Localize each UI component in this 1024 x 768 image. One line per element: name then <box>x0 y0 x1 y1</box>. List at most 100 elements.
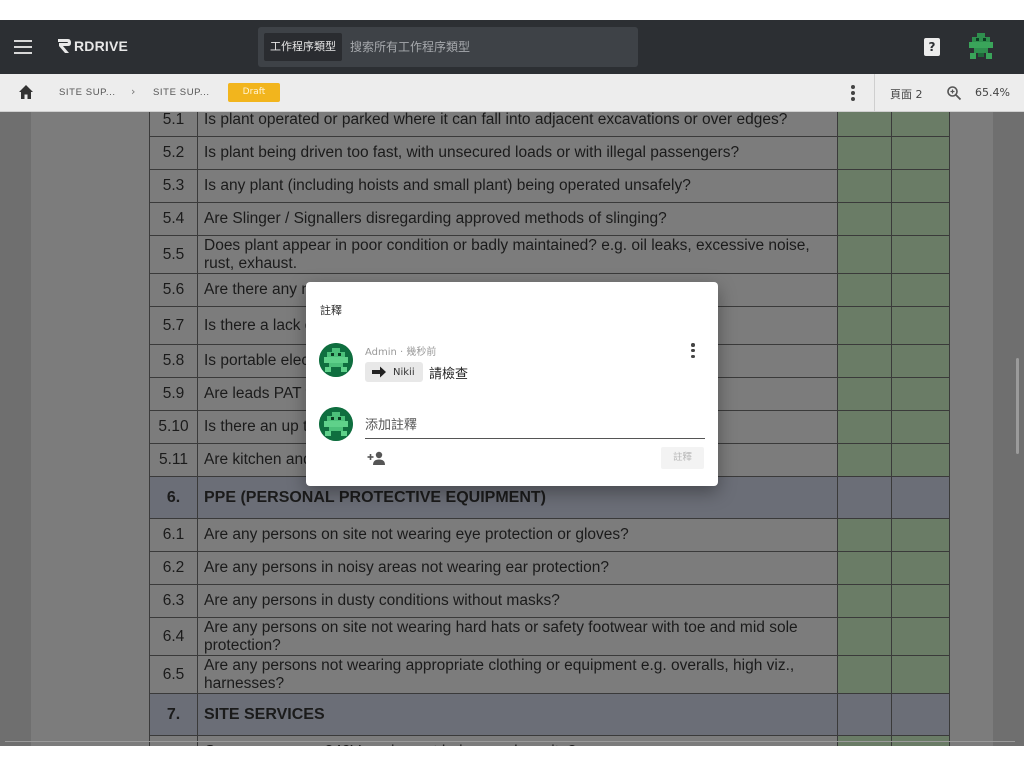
row-number: 5.4 <box>149 202 198 236</box>
comment-options-icon[interactable] <box>691 343 695 358</box>
question-text: Are Slinger / Signallers disregarding ap… <box>197 202 838 236</box>
answer-cell-no[interactable] <box>891 410 950 444</box>
answer-cell-no[interactable] <box>891 518 950 552</box>
answer-cell-yes[interactable] <box>837 443 892 477</box>
question-text: Is plant operated or parked where it can… <box>197 112 838 137</box>
help-icon[interactable]: ? <box>924 38 940 56</box>
comment-dialog: 註釋 Admin · 幾秒前 Nikii 請檢查 註釋 <box>306 282 718 486</box>
current-user-avatar <box>319 407 353 441</box>
question-text: Are any persons on site not wearing eye … <box>197 518 838 552</box>
more-options-icon[interactable] <box>851 85 855 101</box>
row-number: 6.5 <box>149 655 198 694</box>
answer-cell-no[interactable] <box>891 584 950 618</box>
answer-cell-no[interactable] <box>891 306 950 345</box>
answer-cell-yes[interactable] <box>837 235 892 274</box>
table-row: 5.4 Are Slinger / Signallers disregarding… <box>149 202 950 236</box>
zoom-icon[interactable] <box>946 85 962 101</box>
table-row: 6.3 Are any persons in dusty conditions w… <box>149 584 950 618</box>
table-row: 6.4 Are any persons on site not wearing h… <box>149 617 950 656</box>
add-person-icon[interactable] <box>367 450 387 466</box>
answer-cell-yes[interactable] <box>837 112 892 137</box>
answer-cell-no[interactable] <box>891 235 950 274</box>
top-strip <box>0 0 1024 20</box>
answer-cell-no <box>891 476 950 519</box>
answer-cell-yes[interactable] <box>837 306 892 345</box>
answer-cell-no[interactable] <box>891 377 950 411</box>
answer-cell-yes[interactable] <box>837 344 892 378</box>
answer-cell-yes[interactable] <box>837 273 892 307</box>
row-number: 6.3 <box>149 584 198 618</box>
mention-chip[interactable]: Nikii <box>365 362 423 382</box>
page-indicator: 頁面 2 <box>890 88 923 101</box>
answer-cell-no[interactable] <box>891 169 950 203</box>
answer-cell-no[interactable] <box>891 202 950 236</box>
row-number: 5.9 <box>149 377 198 411</box>
brand-logo-icon <box>58 39 71 53</box>
answer-cell-no[interactable] <box>891 551 950 585</box>
answer-cell-yes[interactable] <box>837 136 892 170</box>
breadcrumb-separator: › <box>131 85 136 98</box>
breadcrumb-item-2[interactable]: SITE SUP... <box>153 87 210 98</box>
question-text: Are any persons in noisy areas not weari… <box>197 551 838 585</box>
row-number: 5.1 <box>149 112 198 137</box>
answer-cell-yes[interactable] <box>837 377 892 411</box>
answer-cell-yes[interactable] <box>837 584 892 618</box>
answer-cell-no[interactable] <box>891 443 950 477</box>
section-title: SITE SERVICES <box>197 693 838 736</box>
search-bar: 工作程序類型 <box>258 27 638 67</box>
app-bar: RDRIVE 工作程序類型 ? <box>0 20 1024 74</box>
question-text: Are any persons in dusty conditions with… <box>197 584 838 618</box>
brand-name: RDRIVE <box>74 38 129 54</box>
row-number: 5.8 <box>149 344 198 378</box>
submit-comment-button[interactable]: 註釋 <box>661 447 704 469</box>
answer-cell-yes[interactable] <box>837 655 892 694</box>
row-number: 6.4 <box>149 617 198 656</box>
answer-cell-no <box>891 693 950 736</box>
divider <box>874 74 875 112</box>
answer-cell-yes[interactable] <box>837 202 892 236</box>
row-number: 5.2 <box>149 136 198 170</box>
answer-cell-yes[interactable] <box>837 551 892 585</box>
search-type-selector[interactable]: 工作程序類型 <box>264 33 342 61</box>
dialog-title: 註釋 <box>320 304 342 317</box>
row-number: 7. <box>149 693 198 736</box>
row-number: 6. <box>149 476 198 519</box>
answer-cell-yes[interactable] <box>837 169 892 203</box>
answer-cell-no[interactable] <box>891 112 950 137</box>
row-number: 6.1 <box>149 518 198 552</box>
menu-icon[interactable] <box>14 38 32 56</box>
brand-logo[interactable]: RDRIVE <box>56 37 128 55</box>
table-row: 6.5 Are any persons not wearing appropria… <box>149 655 950 694</box>
scrollbar-thumb[interactable] <box>1016 358 1019 454</box>
answer-cell-yes[interactable] <box>837 410 892 444</box>
row-number: 5.3 <box>149 169 198 203</box>
row-number: 5.6 <box>149 273 198 307</box>
row-number: 6.2 <box>149 551 198 585</box>
answer-cell-yes <box>837 693 892 736</box>
answer-cell-no[interactable] <box>891 344 950 378</box>
comment-author-avatar <box>319 343 353 377</box>
question-text: Does plant appear in poor condition or b… <box>197 235 838 274</box>
answer-cell-no[interactable] <box>891 273 950 307</box>
question-text: Are any persons not wearing appropriate … <box>197 655 838 694</box>
table-row: 5.5 Does plant appear in poor condition o… <box>149 235 950 274</box>
answer-cell-yes <box>837 476 892 519</box>
breadcrumb-item-1[interactable]: SITE SUP... <box>59 87 116 98</box>
comment-text: 請檢查 <box>429 367 469 382</box>
add-comment-input[interactable] <box>365 413 705 439</box>
status-badge: Draft <box>228 83 280 102</box>
home-icon[interactable] <box>18 84 34 100</box>
question-text: Is plant being driven too fast, with uns… <box>197 136 838 170</box>
user-avatar[interactable] <box>968 32 994 60</box>
answer-cell-no[interactable] <box>891 655 950 694</box>
row-number: 5.7 <box>149 306 198 345</box>
answer-cell-no[interactable] <box>891 617 950 656</box>
search-input[interactable] <box>350 40 620 54</box>
row-number: 5.5 <box>149 235 198 274</box>
table-row: 5.3 Is any plant (including hoists and sm… <box>149 169 950 203</box>
answer-cell-no[interactable] <box>891 136 950 170</box>
answer-cell-yes[interactable] <box>837 518 892 552</box>
zoom-level[interactable]: 65.4% <box>975 86 1010 99</box>
answer-cell-yes[interactable] <box>837 617 892 656</box>
bottom-strip <box>0 746 1024 768</box>
